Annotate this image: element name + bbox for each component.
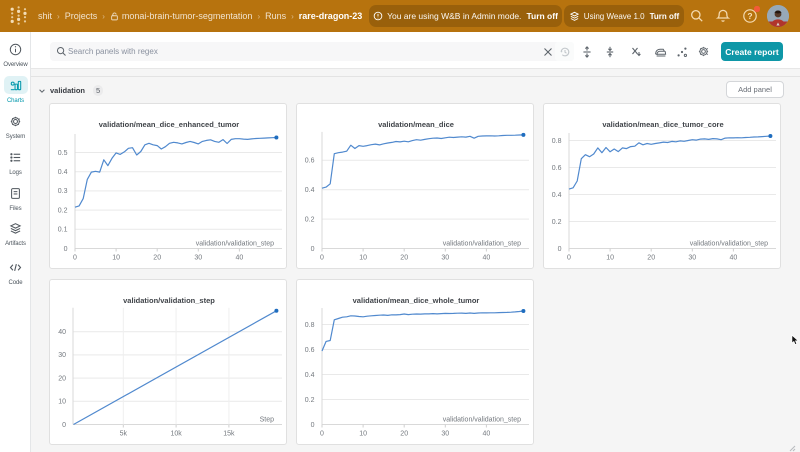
svg-text:30: 30 — [688, 255, 696, 262]
svg-text:20: 20 — [400, 431, 408, 438]
svg-text:0: 0 — [64, 246, 68, 253]
svg-text:0: 0 — [320, 431, 324, 438]
svg-text:40: 40 — [730, 255, 738, 262]
svg-text:20: 20 — [58, 375, 66, 382]
svg-text:0.4: 0.4 — [552, 192, 562, 199]
svg-text:0.6: 0.6 — [305, 158, 315, 165]
svg-text:30: 30 — [441, 255, 449, 262]
svg-text:40: 40 — [58, 329, 66, 336]
svg-text:0: 0 — [311, 246, 315, 253]
svg-text:0.2: 0.2 — [305, 397, 315, 404]
svg-text:0.1: 0.1 — [58, 227, 68, 234]
svg-text:validation/validation_step: validation/validation_step — [443, 241, 521, 248]
svg-text:validation/validation_step: validation/validation_step — [196, 241, 274, 248]
svg-text:0: 0 — [62, 422, 66, 429]
svg-text:30: 30 — [441, 431, 449, 438]
svg-text:Step: Step — [260, 417, 275, 424]
svg-text:0: 0 — [320, 255, 324, 262]
svg-text:15k: 15k — [223, 431, 235, 438]
svg-text:10: 10 — [112, 255, 120, 262]
svg-text:0.5: 0.5 — [58, 150, 68, 157]
svg-text:40: 40 — [483, 255, 491, 262]
svg-text:10: 10 — [359, 255, 367, 262]
svg-text:0.2: 0.2 — [305, 216, 315, 223]
svg-text:30: 30 — [194, 255, 202, 262]
svg-text:validation/mean_dice: validation/mean_dice — [378, 120, 454, 129]
svg-text:0.6: 0.6 — [305, 347, 315, 354]
svg-text:10k: 10k — [170, 431, 182, 438]
svg-text:0: 0 — [73, 255, 77, 262]
svg-text:0.8: 0.8 — [552, 138, 562, 145]
svg-text:0.3: 0.3 — [58, 188, 68, 195]
svg-text:30: 30 — [58, 352, 66, 359]
svg-text:validation/mean_dice_enhanced_: validation/mean_dice_enhanced_tumor — [99, 120, 240, 129]
svg-text:validation/validation_step: validation/validation_step — [690, 241, 768, 248]
svg-text:0.8: 0.8 — [305, 322, 315, 329]
svg-text:0: 0 — [558, 246, 562, 253]
svg-text:10: 10 — [359, 431, 367, 438]
svg-text:20: 20 — [153, 255, 161, 262]
svg-text:0.4: 0.4 — [305, 372, 315, 379]
svg-text:validation/mean_dice_tumor_cor: validation/mean_dice_tumor_core — [602, 120, 723, 129]
svg-text:0.4: 0.4 — [305, 187, 315, 194]
svg-text:0: 0 — [311, 422, 315, 429]
svg-text:0.4: 0.4 — [58, 169, 68, 176]
svg-text:20: 20 — [647, 255, 655, 262]
svg-text:40: 40 — [483, 431, 491, 438]
svg-text:0: 0 — [567, 255, 571, 262]
svg-text:0.6: 0.6 — [552, 165, 562, 172]
svg-text:40: 40 — [236, 255, 244, 262]
svg-text:validation/validation_step: validation/validation_step — [123, 296, 215, 305]
svg-text:10: 10 — [606, 255, 614, 262]
svg-text:?: ? — [747, 11, 752, 21]
svg-text:20: 20 — [400, 255, 408, 262]
svg-text:0.2: 0.2 — [58, 207, 68, 214]
svg-text:10: 10 — [58, 399, 66, 406]
svg-text:validation/validation_step: validation/validation_step — [443, 417, 521, 424]
svg-text:validation/mean_dice_whole_tum: validation/mean_dice_whole_tumor — [353, 296, 480, 305]
svg-text:5k: 5k — [120, 431, 128, 438]
svg-text:0.2: 0.2 — [552, 219, 562, 226]
